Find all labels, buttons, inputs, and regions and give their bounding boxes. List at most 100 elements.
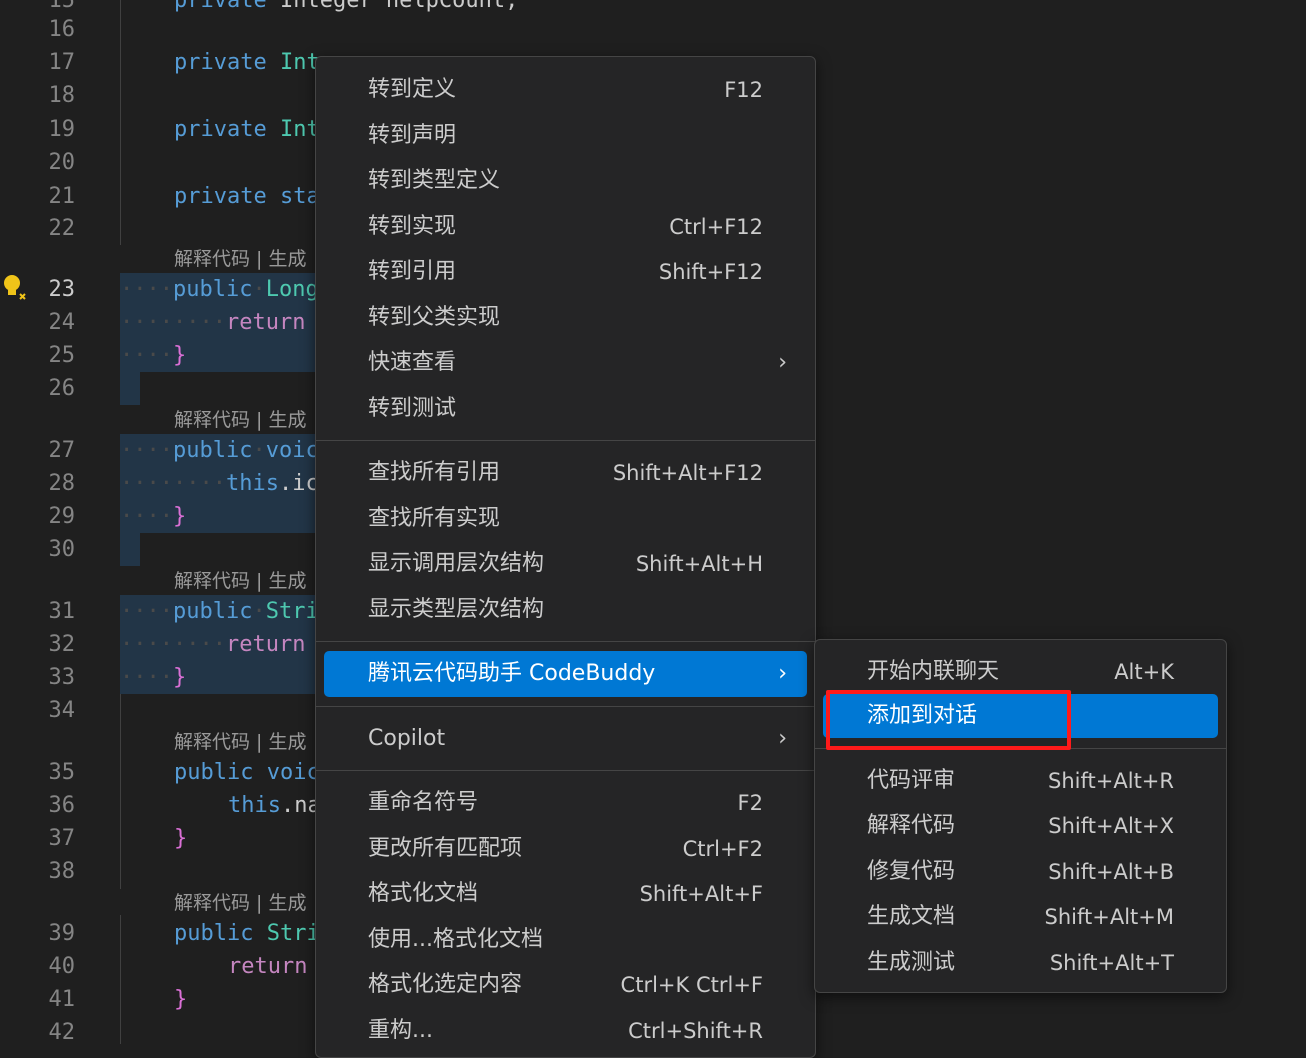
submenu-item-label: 开始内联聊天 [867,659,1000,684]
indent-guide [120,915,121,1044]
submenu-item[interactable]: 开始内联聊天 Alt+K [823,650,1218,694]
line-number: 17 [48,50,76,75]
line-number-gutter: 15 16 17 18 19 20 21 22 23 24 25 26 27 28 29 30 31 32 33 34… [0,0,100,1045]
line-number: 24 [48,310,76,335]
menu-item-shortcut: Ctrl+F12 [669,214,763,239]
submenu-item-label: 修复代码 [867,859,956,884]
line-number: 40 [48,954,76,979]
menu-item-shortcut: Shift+Alt+F [639,882,763,906]
code-line: } [174,987,188,1012]
menu-item[interactable]: 显示类型层次结构 [324,587,807,633]
menu-separator [316,705,815,707]
context-menu: 转到定义 F12 转到声明 转到类型定义转到实现 Ctrl+F12 转到引用 Shift+F… [315,56,816,1058]
menu-item[interactable]: 重构... Ctrl+Shift+R [324,1008,807,1054]
menu-item-shortcut: F2 [737,791,763,815]
codelens-actions[interactable]: 解释代码 | 生成 [174,407,306,433]
code-line: return [228,954,308,979]
line-number: 39 [48,921,76,946]
line-number: 29 [48,504,76,529]
menu-item[interactable]: 查找所有引用 Shift+Alt+F12 [324,450,807,496]
menu-item[interactable]: 格式化选定内容 Ctrl+K Ctrl+F [324,962,807,1008]
menu-item-label: 查找所有实现 [368,505,501,531]
line-number: 28 [48,471,76,496]
submenu-item[interactable]: 修复代码 Shift+Alt+B [823,850,1218,894]
menu-item-label: 转到父类实现 [368,304,501,330]
codelens-actions[interactable]: 解释代码 | 生成 [174,568,306,594]
submenu-item[interactable]: 生成测试 Shift+Alt+T [823,941,1218,985]
menu-item[interactable]: 查找所有实现 [324,496,807,542]
code-line: ········this.ic [120,471,319,496]
code-line: private Int [174,117,320,142]
lightbulb-icon[interactable] [0,272,30,302]
line-number: 36 [48,793,76,818]
code-line: ····public·voic [120,438,319,463]
submenu-item[interactable]: 解释代码 Shift+Alt+X [823,804,1218,848]
line-number: 32 [48,632,76,657]
menu-item[interactable]: 转到定义 F12 [324,67,807,113]
indent-guide [120,0,121,245]
submenu-item-shortcut: Shift+Alt+B [1048,860,1174,884]
codelens-actions[interactable]: 解释代码 | 生成 [174,246,306,272]
menu-item-label: 转到测试 [368,395,457,421]
menu-item-shortcut: Ctrl+Shift+R [628,1018,763,1043]
menu-item-label: 重构... [368,1017,433,1043]
chevron-right-icon: › [778,661,787,686]
line-number: 27 [48,438,76,463]
menu-item[interactable]: 转到实现 Ctrl+F12 [324,204,807,250]
menu-item[interactable]: 使用...格式化文档 [324,917,807,963]
menu-separator [316,770,815,771]
line-number: 19 [48,117,76,142]
code-line: ····public·Long [120,277,319,302]
menu-item[interactable]: 更改所有匹配项 Ctrl+F2 [324,826,807,872]
submenu-item[interactable]: 生成文档 Shift+Alt+M [823,895,1218,939]
menu-item-shortcut: Shift+F12 [658,260,763,284]
menu-item-label: 转到实现 [368,213,457,239]
code-line: this.na [228,793,321,818]
menu-item[interactable]: 重命名符号 F2 [324,780,807,826]
menu-item-label: Copilot [368,725,446,751]
submenu-item-shortcut: Shift+Alt+R [1048,769,1174,793]
menu-separator [316,440,815,441]
submenu-item-label: 解释代码 [867,813,956,838]
menu-item-label: 显示类型层次结构 [368,596,545,622]
menu-item[interactable]: 转到声明 [324,113,807,159]
submenu-item-shortcut: Shift+Alt+X [1048,814,1174,838]
menu-item[interactable]: 转到测试 [324,386,807,432]
code-line: private Integer helpCount; [174,0,519,13]
menu-item[interactable]: 转到引用 Shift+F12 [324,249,807,295]
menu-item[interactable]: 腾讯云代码助手 CodeBuddy › [324,651,807,697]
chevron-right-icon: › [778,725,787,751]
menu-item-label: 转到引用 [368,259,457,284]
code-line: ········return [120,632,306,657]
indent-guide [120,694,121,889]
line-number: 25 [48,343,76,368]
code-line: } [174,826,188,851]
line-number: 33 [48,665,76,690]
line-number: 41 [48,987,76,1012]
menu-item-label: 显示调用层次结构 [368,551,545,576]
line-number: 30 [48,537,76,562]
menu-item[interactable]: 快速查看 › [324,340,807,386]
submenu-item[interactable]: 代码评审 Shift+Alt+R [823,759,1218,803]
menu-item-label: 格式化文档 [368,881,479,906]
menu-item[interactable]: 格式化文档 Shift+Alt+F [324,871,807,917]
codelens-actions[interactable]: 解释代码 | 生成 [174,729,306,755]
menu-item-label: 使用...格式化文档 [368,926,543,952]
codelens-actions[interactable]: 解释代码 | 生成 [174,890,306,916]
submenu-item-label: 代码评审 [867,768,956,793]
menu-item-shortcut: F12 [724,78,763,102]
menu-item[interactable]: 显示调用层次结构 Shift+Alt+H [324,541,807,587]
menu-item-label: 查找所有引用 [368,460,501,485]
menu-item-label: 更改所有匹配项 [368,835,523,861]
menu-item[interactable]: Copilot › [324,716,807,762]
line-number: 42 [48,1020,76,1045]
submenu-item-label: 生成文档 [867,904,956,929]
chevron-right-icon: › [778,350,787,375]
line-number: 21 [48,184,76,209]
line-number: 34 [48,698,76,723]
menu-item[interactable]: 转到父类实现 [324,295,807,341]
menu-separator [316,641,815,642]
code-line: ····} [120,504,187,529]
submenu-item-shortcut: Shift+Alt+T [1049,951,1174,975]
menu-item[interactable]: 转到类型定义 [324,158,807,204]
